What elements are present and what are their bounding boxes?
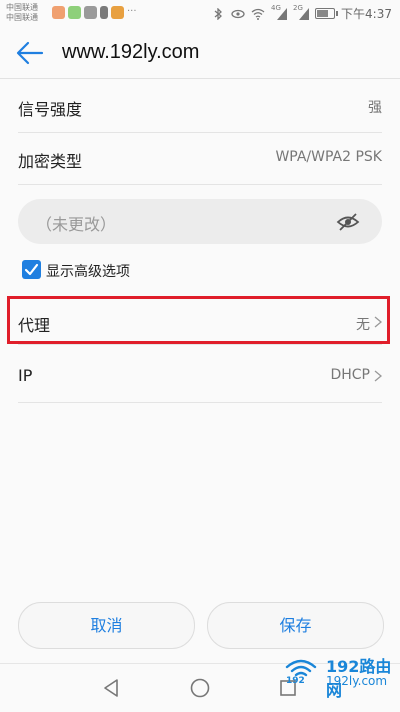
ip-label: IP [18, 366, 33, 385]
hide-password-icon[interactable] [336, 211, 360, 233]
cancel-button[interactable]: 取消 [18, 602, 195, 649]
eye-comfort-icon [231, 9, 245, 18]
advanced-options-label: 显示高级选项 [46, 264, 130, 280]
password-field[interactable]: （未更改） [18, 199, 382, 244]
checkmark-icon [24, 263, 39, 276]
password-placeholder: （未更改） [36, 215, 117, 234]
nav-home-icon[interactable] [189, 677, 211, 699]
site-watermark: 192 192路由网 192ly.com [282, 651, 398, 700]
page-title: www.192ly.com [62, 41, 200, 63]
app-notification-icon [52, 6, 65, 19]
weibo-icon [111, 6, 124, 19]
signal-2-icon: 2G [293, 4, 310, 20]
nav-back-icon[interactable] [100, 677, 122, 699]
chat-icon [84, 6, 97, 19]
carrier-1: 中国联通 [6, 3, 38, 12]
proxy-highlight-box [7, 296, 390, 344]
more-icon: ··· [127, 6, 137, 17]
signal-strength-value: 强 [368, 100, 382, 116]
notification-icons: ··· [52, 6, 137, 19]
wifi-icon [251, 8, 265, 20]
clock: 下午4:37 [341, 7, 392, 21]
carrier-labels: 中国联通 中国联通 [6, 3, 38, 23]
signal-strength-row: 信号强度 强 [18, 80, 382, 133]
bluetooth-icon [214, 7, 223, 20]
carrier-2: 中国联通 [6, 13, 38, 22]
encryption-type-value: WPA/WPA2 PSK [275, 149, 382, 165]
encryption-type-label: 加密类型 [18, 152, 83, 171]
status-icons: 4G 2G 下午4:37 [211, 4, 392, 22]
status-bar: 中国联通 中国联通 ··· 4G 2G 下午4:37 [0, 0, 400, 28]
battery-icon [315, 8, 339, 19]
ip-settings-row[interactable]: IP DHCP [18, 350, 382, 403]
chevron-right-icon [374, 370, 382, 382]
ip-value: DHCP [330, 367, 370, 383]
signal-strength-label: 信号强度 [18, 100, 83, 119]
signal-1-icon: 4G [271, 4, 288, 20]
back-arrow-icon[interactable] [16, 40, 44, 66]
battery-saver-icon [100, 6, 108, 19]
app-header: www.192ly.com [0, 28, 400, 79]
watermark-prefix: 192 [286, 676, 305, 686]
watermark-url: 192ly.com [326, 674, 388, 688]
app-notification-icon [68, 6, 81, 19]
encryption-type-row: 加密类型 WPA/WPA2 PSK [18, 132, 382, 185]
save-button[interactable]: 保存 [207, 602, 384, 649]
advanced-options-checkbox[interactable] [22, 260, 41, 279]
